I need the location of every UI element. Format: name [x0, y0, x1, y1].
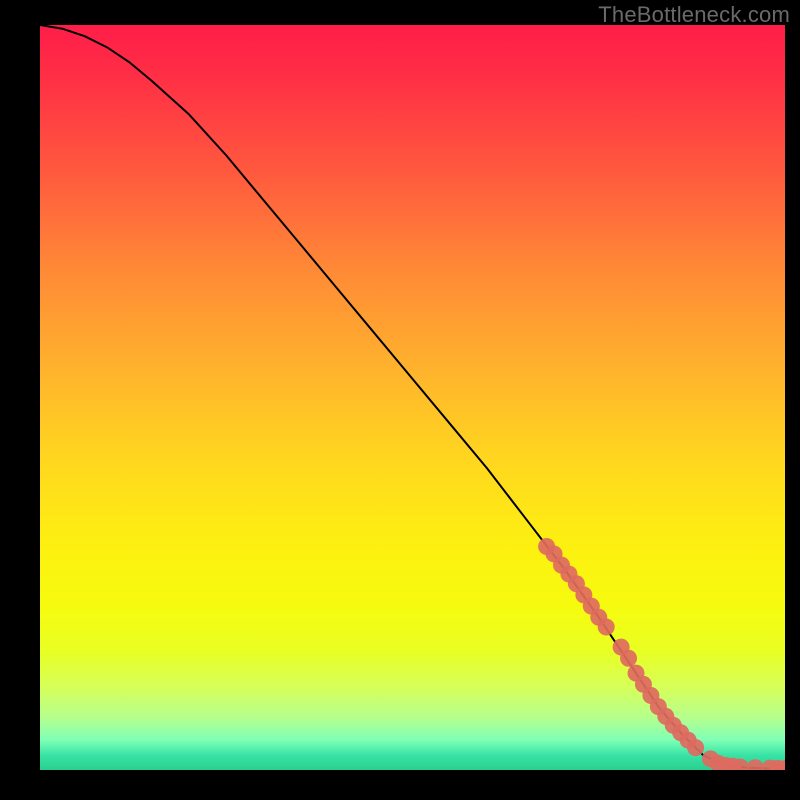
chart-frame: TheBottleneck.com: [0, 0, 800, 800]
curve-line: [40, 25, 785, 769]
plot-area: [40, 25, 785, 770]
highlight-points: [538, 538, 785, 770]
chart-svg: [40, 25, 785, 770]
